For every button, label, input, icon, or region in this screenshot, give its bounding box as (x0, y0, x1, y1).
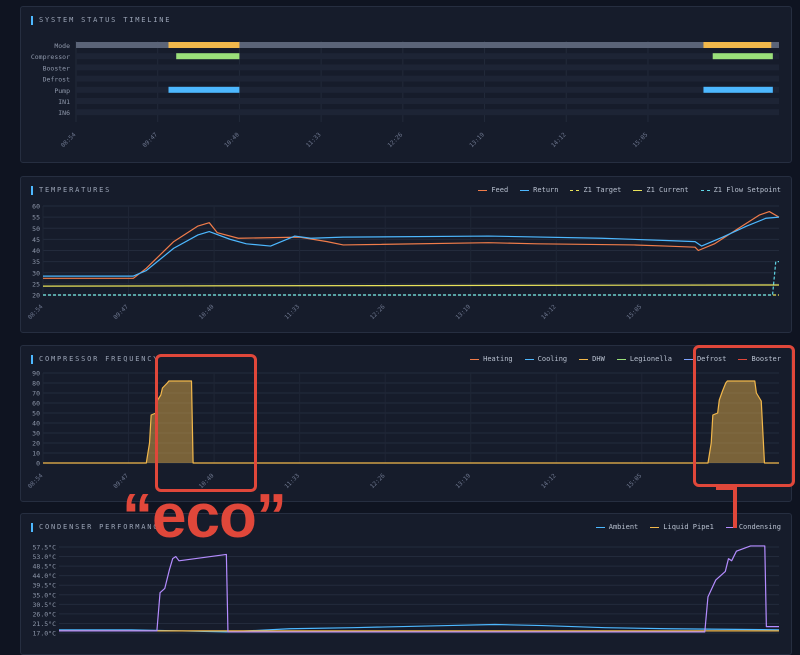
temperatures-chart: 20 25 30 35 40 45 50 55 60 08:54 09:47 10:40 11:33 12… (27, 203, 780, 321)
row-label: IN6 (58, 109, 70, 117)
panel-system-status-timeline: SYSTEM STATUS TIMELINE Mode Compressor Boo… (20, 6, 792, 163)
y-tick-label: 55 (32, 214, 40, 222)
state-segment (168, 42, 240, 48)
state-segment (712, 53, 773, 60)
y-tick-label: 39.5°C (33, 582, 57, 590)
annotation-eco-label: “eco” (122, 482, 287, 551)
compressor-frequency-chart: 010203040506070809008:54 09:47 10:40 11:33 1… (27, 370, 779, 490)
y-tick-label: 57.5°C (33, 544, 57, 552)
x-tick-label: 10:40 (198, 303, 216, 321)
y-tick-label: 44.0°C (33, 572, 57, 580)
y-tick-label: 40 (32, 420, 40, 428)
x-tick-label: 13:19 (468, 131, 486, 149)
x-tick-label: 14:12 (540, 303, 558, 321)
x-tick-label: 08:54 (60, 131, 78, 149)
series-line (59, 545, 779, 633)
x-tick-label: 15:05 (632, 131, 650, 149)
x-tick-label: 10:40 (223, 131, 241, 149)
y-tick-label: 10 (32, 450, 40, 458)
series-line (42, 284, 780, 287)
y-tick-label: 0 (36, 460, 40, 468)
y-tick-label: 21.5°C (33, 620, 57, 628)
annotation-box-left (155, 354, 257, 492)
x-tick-label: 09:47 (112, 303, 130, 321)
x-tick-label: 09:47 (141, 131, 159, 149)
x-tick-label: 12:26 (369, 472, 387, 490)
y-tick-label: 50 (32, 225, 40, 233)
y-tick-label: 80 (32, 380, 40, 388)
x-tick-label: 12:26 (369, 303, 387, 321)
y-tick-label: 20 (32, 292, 40, 300)
y-tick-label: 20 (32, 440, 40, 448)
y-tick-label: 35 (32, 258, 40, 266)
x-tick-label: 12:26 (387, 131, 405, 149)
x-tick-label: 13:19 (454, 472, 472, 490)
row-label: Mode (54, 42, 70, 50)
series-line (43, 261, 779, 296)
x-tick-label: 11:33 (305, 131, 323, 149)
panel-compressor-frequency: COMPRESSOR FREQUENCY Heating Cooling DHW Le… (20, 345, 792, 502)
state-segment (703, 86, 773, 93)
x-tick-label: 13:19 (454, 303, 472, 321)
annotation-connector (733, 486, 737, 528)
row-label: Pump (54, 87, 70, 95)
row-label: Booster (43, 64, 70, 72)
y-tick-label: 90 (32, 370, 40, 378)
x-tick-label: 08:54 (27, 303, 45, 321)
x-tick-label: 11:33 (283, 472, 301, 490)
row-track (76, 98, 779, 104)
x-tick-label: 11:33 (283, 303, 301, 321)
panel-temperatures: TEMPERATURES Feed Return Z1 Target Z1 Curre… (20, 176, 792, 333)
y-tick-label: 26.0°C (33, 610, 57, 618)
row-label: IN1 (58, 98, 70, 106)
row-track (76, 75, 779, 82)
y-tick-label: 53.0°C (33, 553, 57, 561)
row-label: Compressor (31, 53, 70, 61)
x-tick-label: 14:12 (550, 131, 568, 149)
y-tick-label: 60 (32, 203, 40, 211)
y-tick-label: 30 (32, 269, 40, 277)
y-tick-label: 60 (32, 400, 40, 408)
y-tick-label: 70 (32, 390, 40, 398)
x-tick-label: 08:54 (27, 472, 45, 490)
state-segment (703, 42, 772, 48)
x-tick-label: 14:12 (540, 472, 558, 490)
y-tick-label: 50 (32, 410, 40, 418)
timeline-chart: Mode Compressor Booster Defrost Pump IN1 IN6 08… (31, 41, 779, 149)
state-segment (168, 86, 240, 93)
state-segment (176, 53, 240, 60)
y-tick-label: 30.5°C (33, 601, 57, 609)
y-tick-label: 40 (32, 247, 40, 255)
annotation-connector-cap (716, 486, 737, 490)
x-tick-label: 15:05 (625, 472, 643, 490)
row-label: Defrost (43, 76, 70, 84)
y-tick-label: 30 (32, 430, 40, 438)
y-tick-label: 45 (32, 236, 40, 244)
y-tick-label: 48.5°C (33, 563, 57, 571)
y-tick-label: 17.0°C (33, 630, 57, 638)
annotation-box-right (693, 345, 795, 487)
y-tick-label: 35.0°C (33, 591, 57, 599)
y-tick-label: 25 (32, 280, 40, 288)
x-tick-label: 15:05 (625, 303, 643, 321)
series-line (43, 210, 780, 279)
row-track (76, 64, 779, 71)
row-track (76, 109, 779, 116)
